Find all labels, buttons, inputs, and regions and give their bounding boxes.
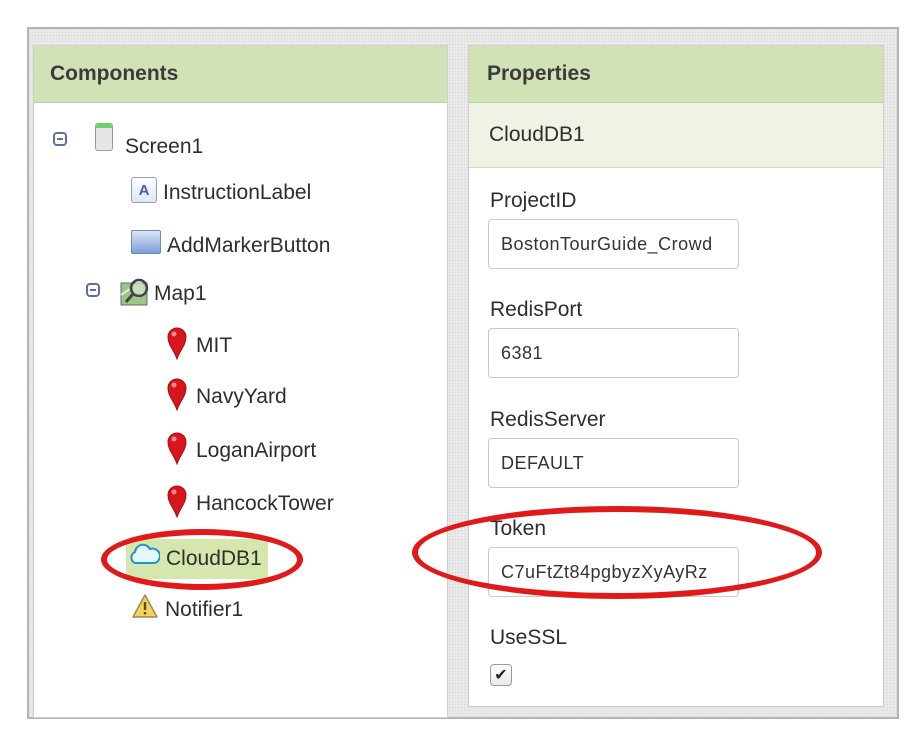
marker-pin-icon xyxy=(167,378,187,411)
marker-pin-icon xyxy=(167,432,187,465)
projectid-input[interactable] xyxy=(488,219,739,269)
redisport-label: RedisPort xyxy=(490,298,583,321)
tree-item-label: NavyYard xyxy=(196,385,287,408)
tree-item-label: InstructionLabel xyxy=(163,181,312,204)
tree-item-label: Screen1 xyxy=(125,135,204,158)
projectid-label: ProjectID xyxy=(490,189,577,212)
tree-item-hancocktower[interactable]: HancockTower xyxy=(166,483,334,519)
warning-icon xyxy=(132,594,158,618)
tree-item-screen1[interactable]: Screen1 xyxy=(95,122,203,158)
cloud-icon xyxy=(130,543,160,564)
selected-component-name: CloudDB1 xyxy=(469,103,883,168)
tree-item-instructionlabel[interactable]: A InstructionLabel xyxy=(131,172,311,208)
tree-item-clouddb1[interactable]: CloudDB1 xyxy=(126,539,268,579)
tree-item-label: HancockTower xyxy=(196,492,334,515)
redisserver-input[interactable] xyxy=(488,438,739,488)
tree-item-mit[interactable]: MIT xyxy=(166,325,232,361)
token-input[interactable] xyxy=(488,547,739,597)
tree-item-label: Map1 xyxy=(154,282,207,305)
tree-item-label: Notifier1 xyxy=(165,598,244,621)
usessl-checkbox[interactable]: ✔ xyxy=(490,664,512,686)
tree-item-label: CloudDB1 xyxy=(166,547,262,570)
tree-item-map1[interactable]: Map1 xyxy=(120,274,207,310)
marker-pin-icon xyxy=(167,327,187,360)
tree-item-label: LoganAirport xyxy=(196,439,317,462)
tree-item-label: MIT xyxy=(196,334,233,357)
tree-item-label: AddMarkerButton xyxy=(167,234,331,257)
token-label: Token xyxy=(490,517,547,540)
redisserver-label: RedisServer xyxy=(490,408,606,431)
usessl-label: UseSSL xyxy=(490,626,568,649)
tree-item-notifier1[interactable]: Notifier1 xyxy=(131,592,243,628)
map-icon xyxy=(120,278,149,306)
collapse-map1-toggle[interactable] xyxy=(86,283,100,297)
collapse-screen1-toggle[interactable] xyxy=(53,132,67,146)
properties-header: Properties xyxy=(469,46,883,103)
button-icon xyxy=(131,230,161,254)
tree-item-loganairport[interactable]: LoganAirport xyxy=(166,430,316,466)
tree-item-addmarkerbutton[interactable]: AddMarkerButton xyxy=(131,224,330,260)
tree-item-navyyard[interactable]: NavyYard xyxy=(166,376,287,412)
screen-icon xyxy=(95,123,113,151)
checkmark-icon: ✔ xyxy=(494,667,508,684)
label-icon: A xyxy=(131,177,157,203)
components-header: Components xyxy=(34,46,447,103)
redisport-input[interactable] xyxy=(488,328,739,378)
marker-pin-icon xyxy=(167,485,187,518)
